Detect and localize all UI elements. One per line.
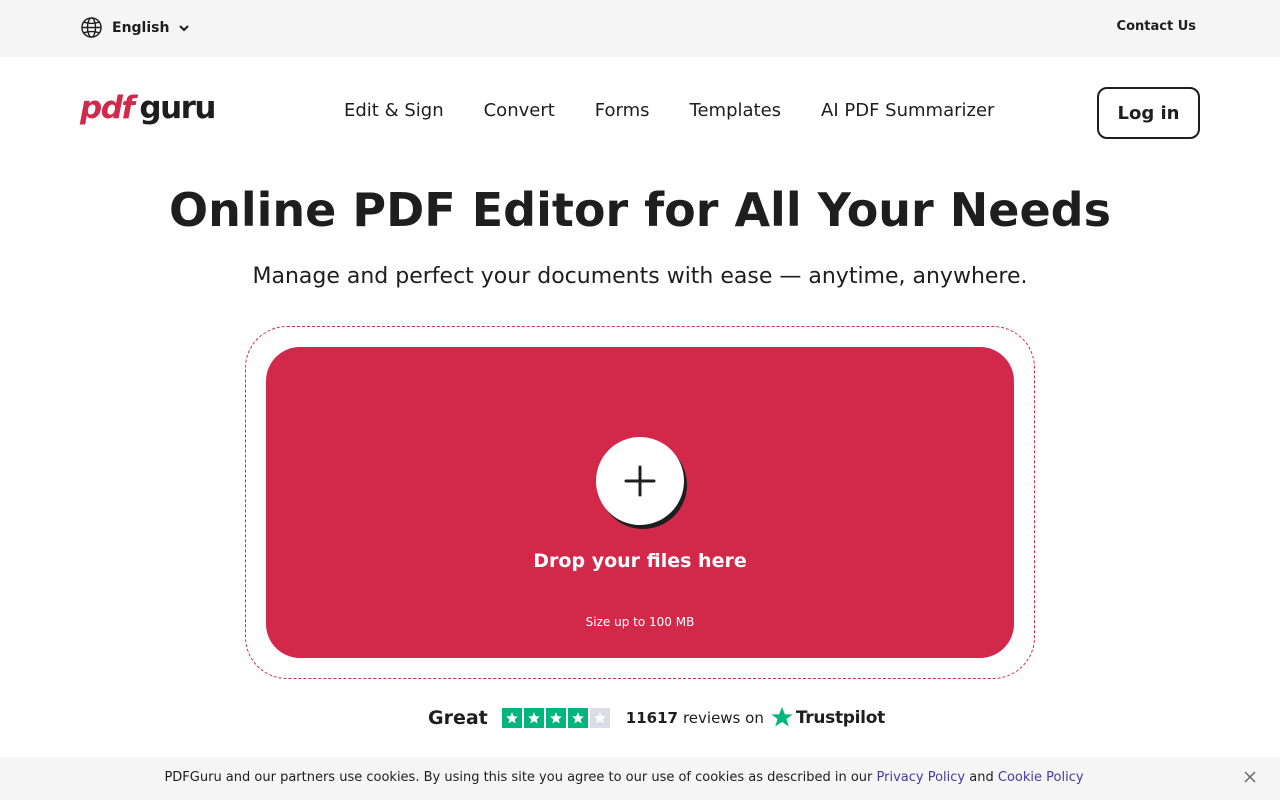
- top-utility-bar: English Contact Us: [0, 0, 1280, 57]
- add-file-button[interactable]: [596, 437, 684, 525]
- cookie-text: PDFGuru and our partners use cookies. By…: [164, 770, 873, 785]
- star-icon: [501, 708, 522, 728]
- cookie-and-text: and: [969, 770, 994, 785]
- file-size-limit: Size up to 100 MB: [585, 615, 695, 629]
- rating-word: Great: [428, 707, 488, 729]
- star-icon: [567, 708, 588, 728]
- cookie-message: PDFGuru and our partners use cookies. By…: [0, 770, 1248, 785]
- globe-icon: [81, 17, 102, 38]
- logo-guru-text: guru: [139, 90, 216, 126]
- plus-icon: [624, 465, 656, 497]
- star-icon: [523, 708, 544, 728]
- rating-stars: [501, 708, 610, 728]
- privacy-policy-link[interactable]: Privacy Policy: [877, 770, 966, 785]
- trustpilot-star-icon: [771, 707, 793, 727]
- login-button[interactable]: Log in: [1097, 87, 1200, 139]
- review-count: 11617: [625, 709, 678, 727]
- page-title: Online PDF Editor for All Your Needs: [169, 183, 1111, 237]
- chevron-down-icon: [179, 24, 190, 31]
- pdfguru-logo[interactable]: pdf guru: [80, 90, 216, 126]
- nav-forms[interactable]: Forms: [595, 100, 650, 121]
- nav-ai-pdf-summarizer[interactable]: AI PDF Summarizer: [821, 100, 994, 121]
- file-drop-zone[interactable]: Drop your files here Size up to 100 MB: [266, 347, 1014, 658]
- language-selector[interactable]: English: [80, 16, 190, 39]
- trustpilot-rating[interactable]: Great 11617 reviews on Trustpilot: [428, 704, 885, 732]
- star-empty-icon: [589, 708, 610, 728]
- star-icon: [545, 708, 566, 728]
- nav-templates[interactable]: Templates: [690, 100, 782, 121]
- contact-us-link[interactable]: Contact Us: [1117, 19, 1196, 34]
- page-subtitle: Manage and perfect your documents with e…: [252, 264, 1028, 289]
- trustpilot-logo: Trustpilot: [770, 706, 885, 730]
- cookie-banner: PDFGuru and our partners use cookies. By…: [0, 757, 1280, 800]
- nav-convert[interactable]: Convert: [484, 100, 555, 121]
- language-label: English: [112, 19, 170, 36]
- main-header: pdf guru Edit & Sign Convert Forms Templ…: [0, 57, 1280, 167]
- close-icon[interactable]: [1243, 770, 1257, 784]
- nav-edit-sign[interactable]: Edit & Sign: [344, 100, 444, 121]
- cookie-policy-link[interactable]: Cookie Policy: [998, 770, 1084, 785]
- main-nav: Edit & Sign Convert Forms Templates AI P…: [344, 100, 994, 121]
- reviews-on-text: reviews on: [682, 709, 764, 727]
- drop-files-label: Drop your files here: [533, 550, 747, 572]
- trustpilot-wordmark: Trustpilot: [795, 708, 885, 728]
- logo-pdf-text: pdf: [80, 90, 135, 126]
